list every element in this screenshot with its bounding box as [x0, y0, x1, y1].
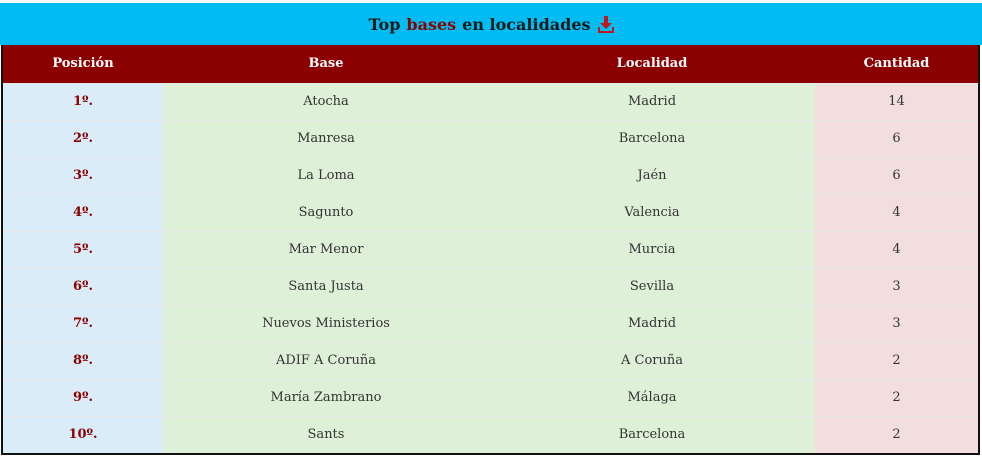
cell-quantity: 14 [815, 82, 978, 120]
cell-quantity: 3 [815, 304, 978, 342]
ranking-table-container: Posición Base Localidad Cantidad 1º. Ato… [1, 45, 980, 455]
table-row: 9º. María Zambrano Málaga 2 [3, 378, 978, 416]
cell-locality: Málaga [489, 378, 815, 416]
cell-base: Sagunto [163, 193, 489, 231]
cell-position: 3º. [3, 156, 163, 194]
cell-quantity: 2 [815, 378, 978, 416]
cell-quantity: 6 [815, 156, 978, 194]
cell-locality: A Coruña [489, 341, 815, 379]
header-quantity: Cantidad [863, 56, 930, 72]
cell-position: 8º. [3, 341, 163, 379]
cell-locality: Sevilla [489, 267, 815, 305]
cell-locality: Jaén [489, 156, 815, 194]
cell-base: Sants [163, 415, 489, 453]
cell-position: 4º. [3, 193, 163, 231]
cell-position: 1º. [3, 82, 163, 120]
table-row: 4º. Sagunto Valencia 4 [3, 193, 978, 231]
cell-base: Santa Justa [163, 267, 489, 305]
ranking-table: Posición Base Localidad Cantidad 1º. Ato… [3, 45, 978, 453]
title-suffix: en localidades [462, 14, 591, 34]
cell-position: 2º. [3, 119, 163, 157]
cell-locality: Barcelona [489, 415, 815, 453]
cell-quantity: 6 [815, 119, 978, 157]
header-position: Posición [52, 56, 114, 72]
cell-locality: Barcelona [489, 119, 815, 157]
cell-base: La Loma [163, 156, 489, 194]
cell-quantity: 3 [815, 267, 978, 305]
table-row: 3º. La Loma Jaén 6 [3, 156, 978, 194]
cell-base: María Zambrano [163, 378, 489, 416]
cell-position: 5º. [3, 230, 163, 268]
cell-quantity: 4 [815, 193, 978, 231]
title-highlight: bases [406, 14, 457, 34]
cell-locality: Valencia [489, 193, 815, 231]
cell-quantity: 2 [815, 341, 978, 379]
cell-quantity: 4 [815, 230, 978, 268]
cell-locality: Murcia [489, 230, 815, 268]
table-row: 1º. Atocha Madrid 14 [3, 82, 978, 120]
table-row: 6º. Santa Justa Sevilla 3 [3, 267, 978, 305]
cell-position: 6º. [3, 267, 163, 305]
cell-locality: Madrid [489, 304, 815, 342]
header-base: Base [308, 56, 344, 72]
cell-base: Manresa [163, 119, 489, 157]
header-locality: Localidad [616, 56, 688, 72]
cell-position: 10º. [3, 415, 163, 453]
table-row: 2º. Manresa Barcelona 6 [3, 119, 978, 157]
cell-position: 9º. [3, 378, 163, 416]
cell-position: 7º. [3, 304, 163, 342]
table-row: 7º. Nuevos Ministerios Madrid 3 [3, 304, 978, 342]
table-row: 5º. Mar Menor Murcia 4 [3, 230, 978, 268]
cell-base: Nuevos Ministerios [163, 304, 489, 342]
title-bar: Top bases en localidades [0, 3, 982, 45]
cell-quantity: 2 [815, 415, 978, 453]
table-row: 8º. ADIF A Coruña A Coruña 2 [3, 341, 978, 379]
cell-base: ADIF A Coruña [163, 341, 489, 379]
table-row: 10º. Sants Barcelona 2 [3, 415, 978, 453]
table-header-row: Posición Base Localidad Cantidad [3, 45, 978, 83]
cell-locality: Madrid [489, 82, 815, 120]
cell-base: Mar Menor [163, 230, 489, 268]
cell-base: Atocha [163, 82, 489, 120]
title-prefix: Top [368, 14, 401, 34]
download-icon[interactable] [597, 15, 614, 33]
